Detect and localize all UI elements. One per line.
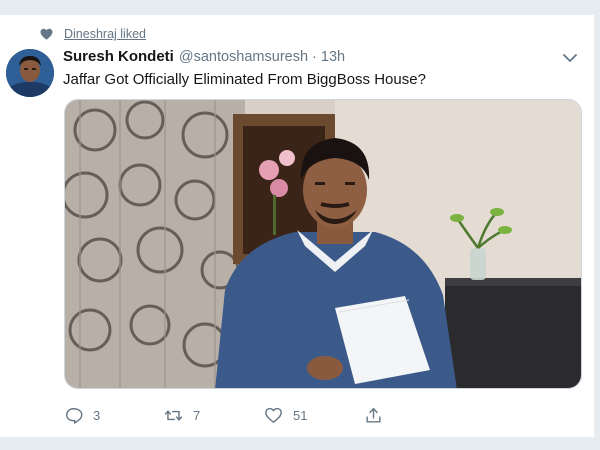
tweet-card[interactable]: Dineshraj liked Suresh Kondeti @santosha…: [0, 14, 594, 438]
like-count: 51: [293, 407, 308, 423]
avatar-photo: [6, 49, 54, 97]
timestamp[interactable]: 13h: [321, 49, 345, 65]
tweet-header: Suresh Kondeti @santoshamsuresh · 13h: [63, 48, 554, 68]
avatar[interactable]: [6, 49, 54, 97]
user-handle[interactable]: @santoshamsuresh: [179, 49, 308, 65]
share-icon: [366, 407, 381, 423]
heart-outline-icon: [265, 407, 282, 423]
heart-icon: [40, 28, 53, 40]
liked-by-link[interactable]: Dineshraj liked: [64, 27, 146, 41]
reply-count: 3: [93, 407, 101, 423]
tweet-text: Jaffar Got Officially Eliminated From Bi…: [63, 71, 426, 88]
media-photo: [65, 100, 581, 388]
tweet-media-image[interactable]: [64, 99, 582, 389]
like-button[interactable]: 51: [264, 406, 364, 425]
separator-dot: ·: [312, 49, 317, 65]
retweet-count: 7: [193, 407, 201, 423]
chevron-down-icon[interactable]: [563, 53, 577, 63]
share-button[interactable]: [364, 406, 383, 425]
retweet-button[interactable]: 7: [164, 406, 264, 425]
display-name[interactable]: Suresh Kondeti: [63, 48, 174, 65]
social-context: Dineshraj liked: [40, 26, 146, 42]
retweet-icon: [164, 409, 183, 421]
reply-button[interactable]: 3: [64, 406, 164, 425]
reply-icon: [66, 407, 83, 424]
tweet-actions: 3 7 51: [64, 405, 383, 425]
